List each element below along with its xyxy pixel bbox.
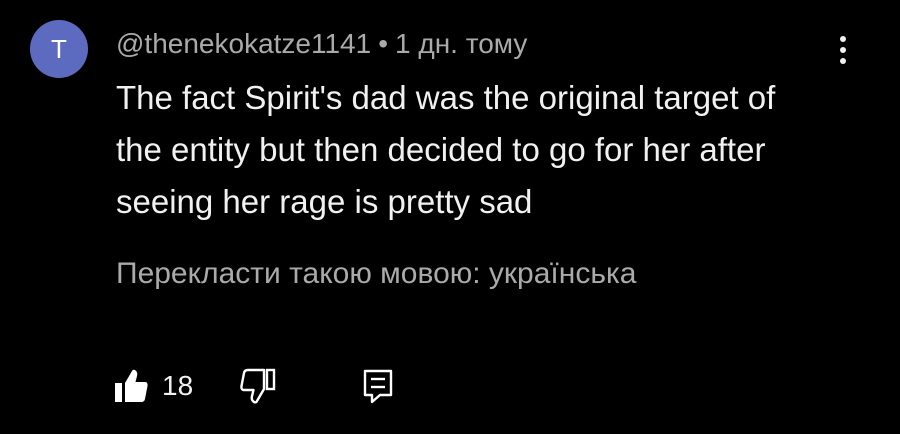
like-button[interactable]: 18 xyxy=(112,367,193,405)
thumb-up-icon xyxy=(115,369,148,402)
comment-timestamp[interactable]: 1 дн. тому xyxy=(395,28,527,59)
like-count: 18 xyxy=(162,370,194,401)
vertical-dots-icon xyxy=(840,36,846,64)
comment-actions: 18 xyxy=(112,360,395,412)
comment-reply-icon xyxy=(363,369,393,404)
dislike-button[interactable] xyxy=(239,367,277,405)
translate-link[interactable]: Перекласти такою мовою: українська xyxy=(116,252,636,296)
author-name[interactable]: @thenekokatze1141 xyxy=(116,28,371,59)
more-actions-button[interactable] xyxy=(828,30,858,70)
avatar[interactable]: T xyxy=(30,20,88,78)
reply-button[interactable] xyxy=(361,367,395,405)
avatar-letter: T xyxy=(51,33,67,64)
comment-header: @thenekokatze1141 • 1 дн. тому xyxy=(116,26,527,62)
comment-text: The fact Spirit's dad was the original t… xyxy=(116,79,776,220)
thumb-down-icon xyxy=(240,368,276,404)
meta-separator: • xyxy=(378,28,389,59)
